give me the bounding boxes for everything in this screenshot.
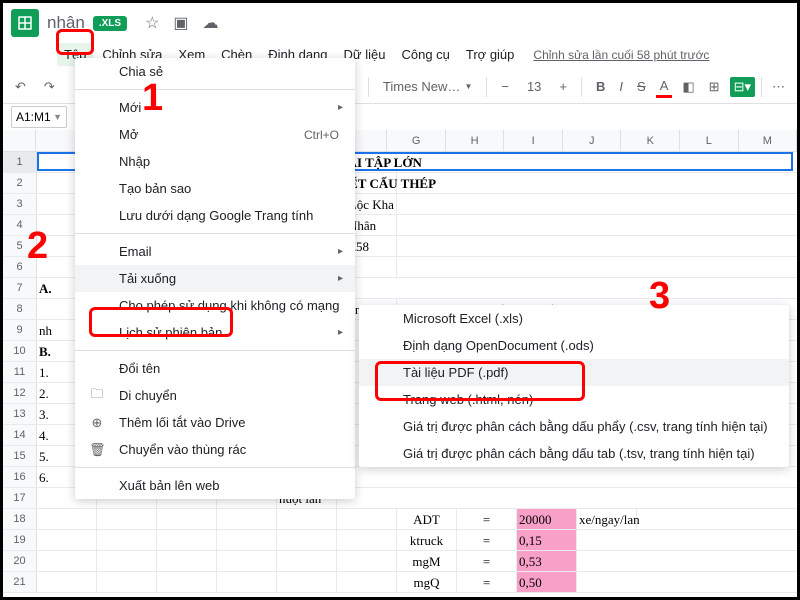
- row-header[interactable]: 19: [3, 530, 37, 550]
- strike-icon[interactable]: S: [633, 77, 650, 96]
- italic-icon[interactable]: I: [615, 77, 627, 96]
- name-box-value: A1:M1: [16, 110, 51, 124]
- trash-icon: 🗑: [89, 442, 105, 458]
- row-header[interactable]: 7: [3, 278, 37, 298]
- file-rename[interactable]: Đổi tên: [75, 355, 355, 382]
- col-header[interactable]: H: [446, 130, 505, 151]
- cell[interactable]: 20000: [517, 509, 577, 529]
- cell[interactable]: mgQ: [397, 572, 457, 592]
- file-import[interactable]: Nhập: [75, 148, 355, 175]
- bold-icon[interactable]: B: [592, 77, 609, 96]
- cell[interactable]: xe/ngay/lan: [577, 509, 637, 529]
- cell[interactable]: =: [457, 509, 517, 529]
- col-header[interactable]: I: [504, 130, 563, 151]
- fill-color-icon[interactable]: ◧: [678, 77, 698, 97]
- file-new[interactable]: Mới▸: [75, 94, 355, 121]
- redo-icon[interactable]: ↷: [40, 77, 59, 97]
- shortcut-icon: ⊕: [89, 415, 105, 431]
- cell[interactable]: 0,50: [517, 572, 577, 592]
- xls-badge: .XLS: [93, 16, 127, 31]
- download-html[interactable]: Trang web (.html, nén): [359, 386, 789, 413]
- row-header[interactable]: 20: [3, 551, 37, 571]
- file-move[interactable]: 🗀Di chuyển: [75, 382, 355, 409]
- download-pdf[interactable]: Tài liệu PDF (.pdf): [359, 359, 789, 386]
- file-save-gsheets[interactable]: Lưu dưới dạng Google Trang tính: [75, 202, 355, 229]
- row-header[interactable]: 1: [3, 152, 37, 172]
- cell[interactable]: =: [457, 572, 517, 592]
- row-header[interactable]: 17: [3, 488, 37, 508]
- row-header[interactable]: 11: [3, 362, 37, 382]
- menu-tools[interactable]: Công cụ: [394, 43, 456, 66]
- move-icon[interactable]: ▣: [173, 13, 188, 33]
- row-header[interactable]: 12: [3, 383, 37, 403]
- download-ods[interactable]: Định dạng OpenDocument (.ods): [359, 332, 789, 359]
- cell[interactable]: ADT: [397, 509, 457, 529]
- row-header[interactable]: 18: [3, 509, 37, 529]
- row-header[interactable]: 8: [3, 299, 37, 319]
- folder-icon: 🗀: [89, 385, 105, 407]
- file-open[interactable]: MởCtrl+O: [75, 121, 355, 148]
- size-plus-icon[interactable]: +: [555, 77, 571, 96]
- edit-history-link[interactable]: Chỉnh sửa lần cuối 58 phút trước: [533, 48, 709, 62]
- size-minus-icon[interactable]: −: [497, 77, 513, 96]
- name-box[interactable]: A1:M1 ▼: [11, 106, 67, 128]
- file-share[interactable]: Chia sẻ: [75, 58, 355, 85]
- star-icon[interactable]: ☆: [145, 13, 159, 33]
- row-header[interactable]: 5: [3, 236, 37, 256]
- file-copy[interactable]: Tạo bản sao: [75, 175, 355, 202]
- file-email[interactable]: Email▸: [75, 238, 355, 265]
- row-header[interactable]: 6: [3, 257, 37, 277]
- row-header[interactable]: 9: [3, 320, 37, 340]
- col-header[interactable]: L: [680, 130, 739, 151]
- cell[interactable]: 0,15: [517, 530, 577, 550]
- cell[interactable]: mgM: [397, 551, 457, 571]
- col-header[interactable]: K: [621, 130, 680, 151]
- font-size[interactable]: 13: [523, 79, 545, 94]
- borders-icon[interactable]: ⊞: [705, 77, 724, 97]
- file-publish[interactable]: Xuất bản lên web: [75, 472, 355, 499]
- download-csv[interactable]: Giá trị được phân cách bằng dấu phẩy (.c…: [359, 413, 789, 440]
- more-icon[interactable]: ⋯: [768, 77, 789, 97]
- row-header[interactable]: 10: [3, 341, 37, 361]
- col-header[interactable]: J: [563, 130, 622, 151]
- file-history[interactable]: Lịch sử phiên bản▸: [75, 319, 355, 346]
- font-selector[interactable]: Times New…▼: [379, 77, 476, 96]
- download-submenu: Microsoft Excel (.xls) Định dạng OpenDoc…: [359, 305, 789, 467]
- menu-help[interactable]: Trợ giúp: [459, 43, 522, 66]
- merge-icon[interactable]: ⊟▾: [730, 77, 755, 97]
- row-header[interactable]: 15: [3, 446, 37, 466]
- download-tsv[interactable]: Giá trị được phân cách bằng dấu tab (.ts…: [359, 440, 789, 467]
- row-header[interactable]: 14: [3, 425, 37, 445]
- undo-icon[interactable]: ↶: [11, 77, 30, 97]
- sheets-logo[interactable]: [11, 9, 39, 37]
- row-header[interactable]: 3: [3, 194, 37, 214]
- download-xls[interactable]: Microsoft Excel (.xls): [359, 305, 789, 332]
- file-download[interactable]: Tải xuống▸: [75, 265, 355, 292]
- cell[interactable]: ktruck: [397, 530, 457, 550]
- row-header[interactable]: 13: [3, 404, 37, 424]
- cloud-icon[interactable]: ☁: [203, 13, 219, 33]
- row-header[interactable]: 4: [3, 215, 37, 235]
- file-offline[interactable]: Cho phép sử dụng khi không có mạng: [75, 292, 355, 319]
- file-shortcut[interactable]: ⊕Thêm lối tắt vào Drive: [75, 409, 355, 436]
- document-name[interactable]: nhân: [47, 13, 85, 33]
- col-header[interactable]: G: [387, 130, 446, 151]
- row-header[interactable]: 16: [3, 467, 37, 487]
- cell[interactable]: =: [457, 530, 517, 550]
- row-header[interactable]: 2: [3, 173, 37, 193]
- col-header[interactable]: M: [739, 130, 798, 151]
- file-trash[interactable]: 🗑Chuyển vào thùng rác: [75, 436, 355, 463]
- row-header[interactable]: 21: [3, 572, 37, 592]
- text-color-icon[interactable]: A: [656, 76, 673, 98]
- font-name: Times New…: [383, 79, 461, 94]
- cell[interactable]: =: [457, 551, 517, 571]
- cell[interactable]: 0,53: [517, 551, 577, 571]
- file-menu: Chia sẻ Mới▸ MởCtrl+O Nhập Tạo bản sao L…: [75, 58, 355, 499]
